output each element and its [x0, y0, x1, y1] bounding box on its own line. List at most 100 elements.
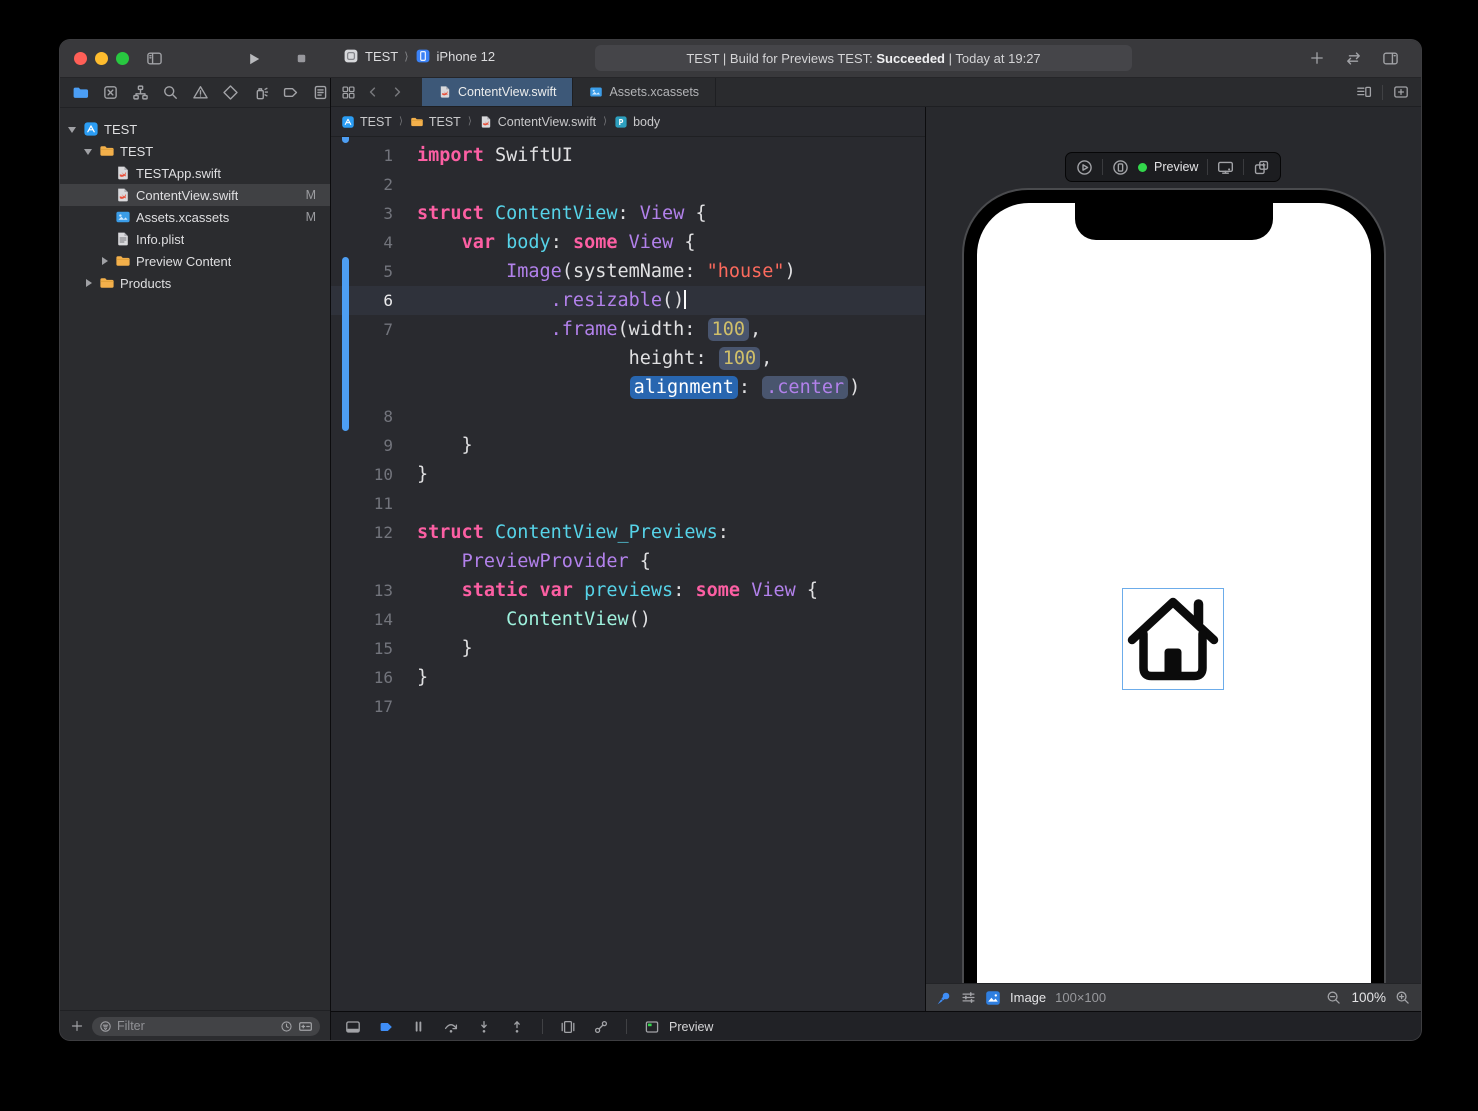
code-line[interactable]: 16 } — [331, 663, 925, 692]
tree-item-preview-content[interactable]: Preview Content — [60, 250, 330, 272]
minimize-window-button[interactable] — [95, 52, 108, 65]
code-line[interactable]: 14 ContentView() — [331, 605, 925, 634]
tree-item-info-plist[interactable]: Info.plist — [60, 228, 330, 250]
code-area[interactable]: 1 import SwiftUI 2 3 struct ContentView:… — [331, 137, 925, 1011]
code-line[interactable]: 13 static var previews: some View { — [331, 576, 925, 605]
navigator-debug-icon[interactable] — [252, 84, 269, 101]
breakpoints-toggle-icon[interactable] — [378, 1019, 394, 1035]
run-button[interactable] — [246, 51, 262, 67]
disclosure-closed-icon[interactable] — [100, 257, 110, 265]
image-kind-icon — [985, 990, 1001, 1006]
preview-process-icon — [644, 1019, 660, 1035]
code-line[interactable]: alignment: .center) — [331, 373, 925, 402]
code-line[interactable]: 2 — [331, 170, 925, 199]
navigator-project-navigator-icon[interactable] — [72, 84, 89, 101]
tree-item-assets-xcassets[interactable]: Assets.xcassetsM — [60, 206, 330, 228]
breadcrumb-chevron: ⟩ — [399, 116, 403, 127]
zoom-out-icon[interactable] — [1326, 990, 1342, 1006]
breadcrumb-test[interactable]: TEST — [341, 115, 392, 129]
close-window-button[interactable] — [74, 52, 87, 65]
line-number: 13 — [331, 576, 393, 605]
step-over-icon[interactable] — [443, 1019, 459, 1035]
tree-item-test[interactable]: TEST — [60, 118, 330, 140]
swift-file-icon — [115, 187, 131, 203]
disclosure-open-icon[interactable] — [68, 125, 78, 133]
add-editor-icon[interactable] — [1393, 84, 1409, 100]
tab-contentview-swift[interactable]: ContentView.swift — [422, 78, 573, 106]
line-number — [331, 373, 393, 402]
editor-options-icon[interactable] — [1356, 84, 1372, 100]
pin-preview-icon[interactable] — [936, 990, 952, 1006]
navigator-find-icon[interactable] — [162, 84, 179, 101]
simulate-location-icon[interactable] — [593, 1019, 609, 1035]
source-control-filter-icon[interactable] — [298, 1019, 313, 1034]
code-line[interactable]: height: 100, — [331, 344, 925, 373]
code-line[interactable]: PreviewProvider { — [331, 547, 925, 576]
destination-icon — [415, 48, 431, 64]
line-number: 10 — [331, 460, 393, 489]
tree-item-contentview-swift[interactable]: ContentView.swiftM — [60, 184, 330, 206]
preview-inspectors-icon[interactable] — [961, 990, 976, 1005]
back-icon[interactable] — [366, 85, 380, 99]
code-review-icon[interactable] — [1345, 50, 1362, 67]
navigator-breakpoints-icon[interactable] — [282, 84, 299, 101]
stop-button[interactable] — [294, 51, 309, 66]
folder-icon — [99, 275, 115, 291]
navigator-tests-icon[interactable] — [222, 84, 239, 101]
live-preview-icon[interactable] — [1076, 159, 1093, 176]
breadcrumb-test[interactable]: TEST — [410, 115, 461, 129]
zoom-window-button[interactable] — [116, 52, 129, 65]
recents-filter-icon[interactable] — [280, 1020, 293, 1033]
breadcrumb-chevron: ⟩ — [603, 116, 607, 127]
code-line[interactable]: 9 } — [331, 431, 925, 460]
filter-field[interactable]: Filter — [92, 1017, 320, 1036]
step-into-icon[interactable] — [476, 1019, 492, 1035]
tree-item-products[interactable]: Products — [60, 272, 330, 294]
selected-image-view[interactable] — [1122, 588, 1224, 690]
tab-label: Assets.xcassets — [609, 85, 699, 99]
tree-item-test[interactable]: TEST — [60, 140, 330, 162]
toggle-inspectors-icon[interactable] — [1382, 50, 1399, 67]
tab-overview-icon[interactable] — [341, 85, 356, 100]
code-line[interactable]: 17 — [331, 692, 925, 721]
step-out-icon[interactable] — [509, 1019, 525, 1035]
breadcrumb-contentview-swift[interactable]: ContentView.swift — [479, 115, 596, 129]
zoom-in-icon[interactable] — [1395, 990, 1411, 1006]
breadcrumb-body[interactable]: P body — [614, 115, 660, 129]
forward-icon[interactable] — [390, 85, 404, 99]
code-line[interactable]: 6 .resizable() — [331, 286, 925, 315]
code-line[interactable]: 8 — [331, 402, 925, 431]
code-line[interactable]: 12 struct ContentView_Previews: — [331, 518, 925, 547]
navigator-reports-icon[interactable] — [312, 84, 329, 101]
navigator-symbols-icon[interactable] — [132, 84, 149, 101]
scheme-selector[interactable]: TEST ⟩ iPhone 12 — [343, 48, 495, 64]
add-file-icon[interactable] — [70, 1019, 84, 1033]
code-line[interactable]: 11 — [331, 489, 925, 518]
code-line[interactable]: 5 Image(systemName: "house") — [331, 257, 925, 286]
code-line[interactable]: 7 .frame(width: 100, — [331, 315, 925, 344]
code-line[interactable]: 1 import SwiftUI — [331, 141, 925, 170]
tree-item-testapp-swift[interactable]: TESTApp.swift — [60, 162, 330, 184]
navigator-source-control-icon[interactable] — [102, 84, 119, 101]
duplicate-preview-icon[interactable] — [1253, 159, 1270, 176]
status-badge: M — [306, 210, 316, 224]
filter-placeholder: Filter — [117, 1019, 275, 1033]
debug-view-hierarchy-icon[interactable] — [560, 1019, 576, 1035]
code-line[interactable]: 15 } — [331, 634, 925, 663]
code-line[interactable]: 10 } — [331, 460, 925, 489]
navigator-issues-icon[interactable] — [192, 84, 209, 101]
preview-on-device-icon[interactable] — [1112, 159, 1129, 176]
tab-assets-xcassets[interactable]: Assets.xcassets — [573, 78, 716, 106]
environment-overrides-icon[interactable] — [1217, 159, 1234, 176]
line-number: 1 — [331, 141, 393, 170]
library-plus-icon[interactable] — [1309, 50, 1325, 66]
disclosure-open-icon[interactable] — [84, 147, 94, 155]
code-line[interactable]: 3 struct ContentView: View { — [331, 199, 925, 228]
line-number: 15 — [331, 634, 393, 663]
toggle-navigator-icon[interactable] — [146, 50, 163, 67]
disclosure-closed-icon[interactable] — [84, 279, 94, 287]
pause-execution-icon[interactable] — [411, 1019, 426, 1034]
line-number: 11 — [331, 489, 393, 518]
code-line[interactable]: 4 var body: some View { — [331, 228, 925, 257]
toggle-debug-area-icon[interactable] — [345, 1019, 361, 1035]
